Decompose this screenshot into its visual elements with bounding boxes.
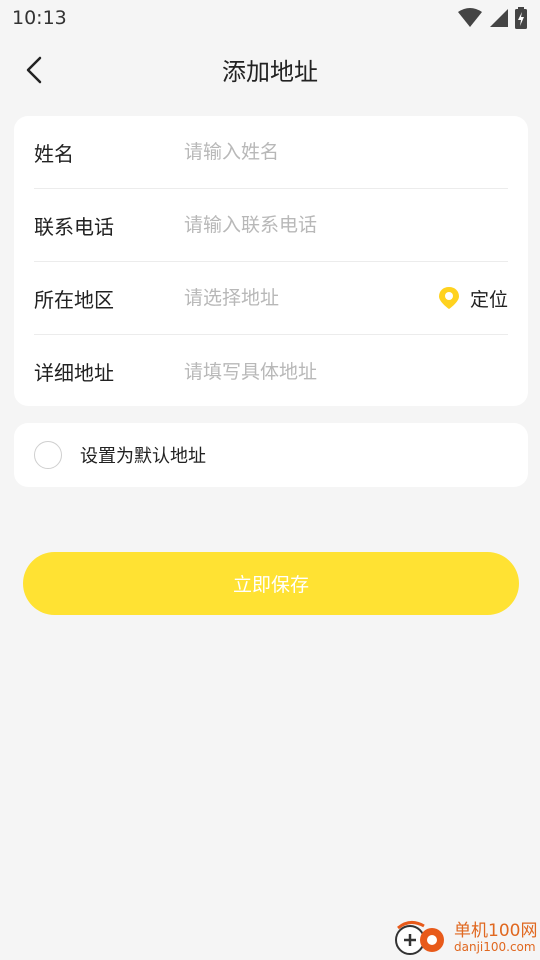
region-row: 所在地区 定位: [34, 262, 508, 335]
address-form-card: 姓名 联系电话 所在地区 定位 详细地址: [14, 116, 528, 406]
save-button[interactable]: 立即保存: [23, 552, 519, 615]
phone-label: 联系电话: [34, 214, 114, 239]
chevron-left-icon: [26, 56, 42, 84]
locate-button[interactable]: 定位: [438, 285, 508, 312]
name-row: 姓名: [34, 116, 508, 189]
name-input[interactable]: [184, 141, 508, 163]
page-title: 添加地址: [222, 57, 318, 86]
region-selector[interactable]: [184, 287, 438, 309]
wifi-icon: [458, 8, 482, 27]
phone-input[interactable]: [184, 214, 508, 236]
default-address-radio[interactable]: [34, 441, 62, 469]
detail-label: 详细地址: [34, 361, 114, 385]
back-button[interactable]: [14, 50, 54, 90]
status-bar: 10:13: [0, 0, 540, 36]
signal-icon: [490, 9, 508, 27]
status-time: 10:13: [12, 7, 67, 29]
name-label: 姓名: [34, 141, 74, 166]
battery-icon: [515, 7, 527, 29]
status-icons: [458, 7, 528, 29]
nav-bar: 添加地址: [0, 36, 540, 102]
default-address-label: 设置为默认地址: [80, 446, 206, 467]
default-address-card[interactable]: 设置为默认地址: [14, 423, 528, 487]
detail-input[interactable]: [184, 360, 508, 383]
watermark-en: danji100.com: [454, 939, 536, 954]
locate-label: 定位: [469, 288, 508, 311]
save-button-label: 立即保存: [232, 575, 309, 596]
region-label: 所在地区: [34, 287, 114, 312]
detail-row: 详细地址: [34, 335, 508, 408]
phone-row: 联系电话: [34, 189, 508, 262]
watermark-cn: 单机100网: [454, 920, 538, 941]
watermark-logo-icon: [395, 921, 444, 955]
watermark: 单机100网 danji100.com: [390, 916, 540, 960]
location-pin-icon: [438, 287, 459, 309]
watermark-text: 单机100网 danji100.com: [454, 920, 538, 954]
